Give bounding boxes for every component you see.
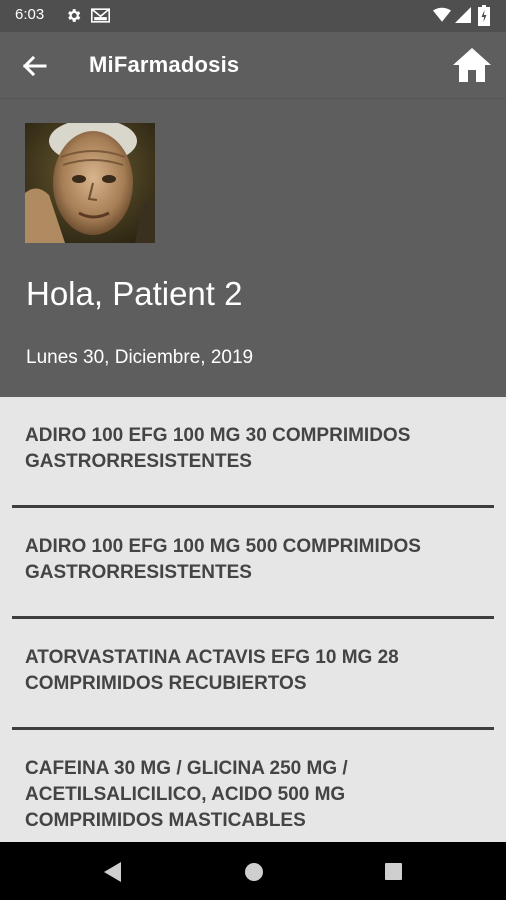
wifi-icon — [433, 7, 451, 22]
medication-list: ADIRO 100 EFG 100 MG 30 COMPRIMIDOS GAST… — [0, 397, 506, 842]
patient-avatar — [25, 123, 155, 243]
system-nav-bar — [0, 842, 506, 900]
greeting-text: Hola, Patient 2 — [26, 275, 243, 312]
nav-recents-icon[interactable] — [384, 862, 403, 881]
medication-list-item[interactable]: ADIRO 100 EFG 100 MG 30 COMPRIMIDOS GAST… — [12, 397, 494, 508]
medication-name: ADIRO 100 EFG 100 MG 30 COMPRIMIDOS GAST… — [25, 425, 411, 472]
status-time: 6:03 — [15, 6, 45, 23]
battery-icon — [478, 5, 490, 26]
cell-signal-icon — [455, 7, 471, 23]
arrow-left-icon[interactable] — [18, 50, 50, 82]
medication-name: ATORVASTATINA ACTAVIS EFG 10 MG 28 COMPR… — [25, 647, 399, 694]
nav-back-icon[interactable] — [102, 861, 122, 883]
gear-icon — [68, 9, 81, 22]
medication-name: CAFEINA 30 MG / GLICINA 250 MG / ACETILS… — [25, 758, 348, 831]
mail-icon — [91, 8, 110, 23]
status-bar: 6:03 — [0, 0, 506, 32]
app-bar: MiFarmadosis — [0, 32, 506, 99]
medication-list-item[interactable]: CAFEINA 30 MG / GLICINA 250 MG / ACETILS… — [12, 730, 494, 842]
date-text: Lunes 30, Diciembre, 2019 — [26, 347, 254, 368]
medication-list-item[interactable]: ADIRO 100 EFG 100 MG 500 COMPRIMIDOS GAS… — [12, 508, 494, 619]
patient-photo — [25, 123, 155, 243]
home-icon[interactable] — [452, 47, 492, 83]
patient-header: Hola, Patient 2 Lunes 30, Diciembre, 201… — [0, 99, 506, 397]
nav-home-icon[interactable] — [243, 861, 265, 883]
medication-list-item[interactable]: ATORVASTATINA ACTAVIS EFG 10 MG 28 COMPR… — [12, 619, 494, 730]
medication-name: ADIRO 100 EFG 100 MG 500 COMPRIMIDOS GAS… — [25, 536, 421, 583]
app-title: MiFarmadosis — [89, 52, 240, 77]
